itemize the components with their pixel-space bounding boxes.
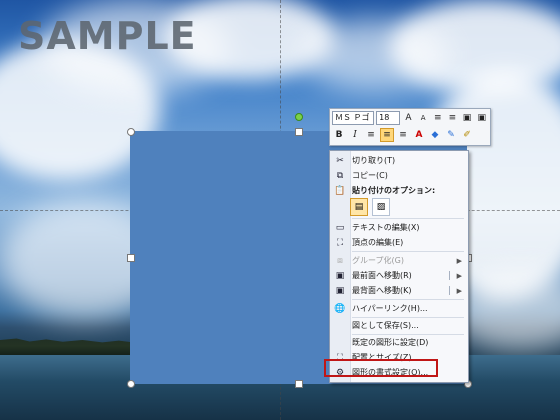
- menu-item-edit-text[interactable]: ▭ テキストの編集(X): [330, 220, 468, 235]
- shrink-font-icon[interactable]: A: [417, 111, 430, 125]
- menu-separator: [352, 218, 464, 219]
- increase-indent-icon[interactable]: ≡: [446, 111, 459, 125]
- submenu-arrow-icon: ▶: [456, 256, 462, 265]
- submenu-arrow-icon[interactable]: ▶: [457, 272, 462, 280]
- resize-handle-top-left[interactable]: [127, 128, 135, 136]
- font-size-box[interactable]: 18: [376, 111, 401, 125]
- menu-item-label: コピー(C): [352, 171, 388, 180]
- line-color-icon[interactable]: ✎: [444, 128, 458, 142]
- align-center-icon[interactable]: ≡: [380, 128, 394, 142]
- grow-font-icon[interactable]: A: [402, 111, 415, 125]
- mini-toolbar-row-2: B I ≡ ≡ ≡ A ◆ ✎ ✐: [332, 127, 488, 143]
- split-divider: [449, 271, 450, 280]
- paste-keep-source-icon[interactable]: ▤: [350, 198, 368, 216]
- mini-toolbar-row-1: ＭＳ Ｐゴ 18 A A ≡ ≡ ▣ ▣: [332, 110, 488, 126]
- menu-item-edit-points[interactable]: ⛶ 頂点の編集(E): [330, 235, 468, 250]
- resize-handle-top[interactable]: [295, 128, 303, 136]
- context-menu: ✂ 切り取り(T) ⧉ コピー(C) 📋 貼り付けのオプション: ▤ ▨ ▭ テ…: [329, 150, 469, 383]
- menu-item-label: 既定の図形に設定(D): [352, 338, 429, 347]
- menu-item-set-default-shape[interactable]: 既定の図形に設定(D): [330, 335, 468, 350]
- menu-item-label: 最背面へ移動(K): [352, 286, 412, 295]
- resize-handle-left[interactable]: [127, 254, 135, 262]
- menu-item-label: グループ化(G): [352, 256, 404, 265]
- bring-to-front-icon: ▣: [335, 270, 345, 281]
- align-right-icon[interactable]: ≡: [396, 128, 410, 142]
- menu-item-label: 頂点の編集(E): [352, 238, 404, 247]
- bring-forward-icon[interactable]: ▣: [461, 111, 474, 125]
- copy-icon: ⧉: [336, 170, 344, 181]
- scissors-icon: ✂: [336, 155, 344, 166]
- rotation-handle[interactable]: [295, 113, 303, 121]
- menu-item-copy[interactable]: ⧉ コピー(C): [330, 168, 468, 183]
- menu-item-paste-options: 📋 貼り付けのオプション:: [330, 183, 468, 198]
- menu-item-send-to-back[interactable]: ▣ 最背面へ移動(K) ▶: [330, 283, 468, 298]
- decrease-indent-icon[interactable]: ≡: [431, 111, 444, 125]
- menu-item-label: ハイパーリンク(H)...: [352, 304, 428, 313]
- sample-watermark: SAMPLE: [18, 14, 197, 58]
- split-divider: [449, 286, 450, 295]
- menu-item-label: 最前面へ移動(R): [352, 271, 412, 280]
- menu-item-hyperlink[interactable]: 🌐 ハイパーリンク(H)...: [330, 301, 468, 316]
- resize-handle-bottom-left[interactable]: [127, 380, 135, 388]
- paste-icon: 📋: [334, 185, 346, 196]
- format-painter-icon[interactable]: ✐: [460, 128, 474, 142]
- paste-picture-icon[interactable]: ▨: [372, 198, 390, 216]
- edit-points-icon: ⛶: [336, 237, 344, 248]
- send-backward-icon[interactable]: ▣: [475, 111, 488, 125]
- menu-item-save-as-picture[interactable]: 図として保存(S)...: [330, 318, 468, 333]
- resize-handle-bottom[interactable]: [295, 380, 303, 388]
- align-left-icon[interactable]: ≡: [364, 128, 378, 142]
- group-icon: ⧈: [337, 255, 343, 266]
- bold-icon[interactable]: B: [332, 128, 346, 142]
- slide-canvas[interactable]: SAMPLE: [0, 0, 560, 420]
- edit-text-icon: ▭: [335, 222, 345, 233]
- submenu-arrow-icon[interactable]: ▶: [457, 287, 462, 295]
- cloud: [300, 20, 450, 90]
- font-color-icon[interactable]: A: [412, 128, 426, 142]
- send-to-back-icon: ▣: [335, 285, 345, 296]
- font-name-box[interactable]: ＭＳ Ｐゴ: [332, 111, 375, 125]
- red-highlight-box: [324, 359, 438, 377]
- paste-options-row: ▤ ▨: [350, 197, 390, 217]
- italic-icon[interactable]: I: [348, 128, 362, 142]
- menu-item-label: 図として保存(S)...: [352, 321, 419, 330]
- menu-item-label: 切り取り(T): [352, 156, 396, 165]
- menu-item-bring-to-front[interactable]: ▣ 最前面へ移動(R) ▶: [330, 268, 468, 283]
- menu-separator: [352, 251, 464, 252]
- menu-separator: [352, 299, 464, 300]
- menu-item-label: 貼り付けのオプション:: [352, 186, 436, 195]
- menu-item-label: テキストの編集(X): [352, 223, 420, 232]
- hyperlink-icon: 🌐: [334, 303, 346, 314]
- menu-item-group[interactable]: ⧈ グループ化(G) ▶: [330, 253, 468, 268]
- fill-color-icon[interactable]: ◆: [428, 128, 442, 142]
- mini-toolbar: ＭＳ Ｐゴ 18 A A ≡ ≡ ▣ ▣ B I ≡ ≡ ≡ A ◆ ✎ ✐: [329, 108, 491, 146]
- menu-item-cut[interactable]: ✂ 切り取り(T): [330, 153, 468, 168]
